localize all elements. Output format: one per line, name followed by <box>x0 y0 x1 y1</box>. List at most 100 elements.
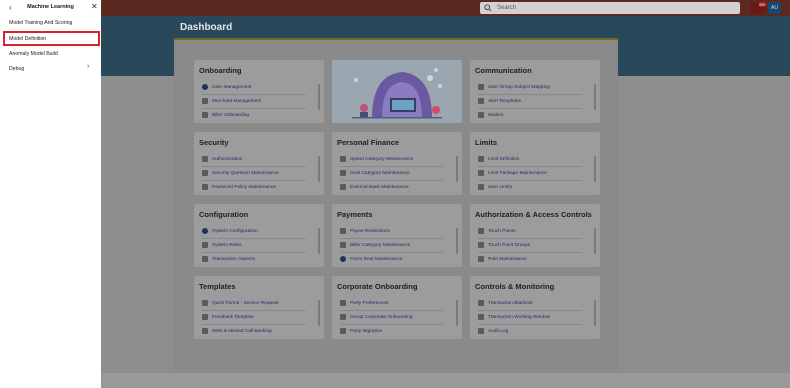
notifications-button[interactable]: 99+ <box>750 2 766 14</box>
card-limits: Limits Limit Definition Limit Package Ma… <box>470 132 600 195</box>
card-scrollbar[interactable] <box>318 228 320 254</box>
card-title: Communication <box>475 66 532 75</box>
limit-icon <box>478 156 484 162</box>
card-link-password-policy-maintenance[interactable]: Password Policy Maintenance <box>202 184 276 190</box>
password-icon <box>202 184 208 190</box>
card-security: Security Authentication Security Questio… <box>194 132 324 195</box>
card-link-transaction-blackout[interactable]: Transaction Blackout <box>478 300 533 306</box>
card-link-touch-point-groups[interactable]: Touch Point Groups <box>478 242 530 248</box>
drawer-item-anomaly-model-build[interactable]: Anomaly Model Build <box>9 51 58 57</box>
aspects-icon <box>202 256 208 262</box>
page-footer-strip <box>101 373 790 388</box>
drawer-item-model-definition[interactable]: Model Definition <box>9 36 46 42</box>
card-scrollbar[interactable] <box>456 228 458 254</box>
card-link-merchant-management[interactable]: Merchant Management <box>202 98 261 104</box>
card-link-sms-missed-call-banking[interactable]: SMS & Missed Call Banking <box>202 328 272 334</box>
form-icon <box>202 300 208 306</box>
card-link-authentication[interactable]: Authentication <box>202 156 242 162</box>
card-divider <box>340 252 444 253</box>
card-scrollbar[interactable] <box>456 300 458 326</box>
chevron-right-icon: › <box>87 63 90 70</box>
card-divider <box>202 108 306 109</box>
question-icon <box>202 170 208 176</box>
card-scrollbar[interactable] <box>594 156 596 182</box>
card-link-limit-package-maintenance[interactable]: Limit Package Maintenance <box>478 170 547 176</box>
card-divider <box>340 180 444 181</box>
card-link-alert-templates[interactable]: Alert Templates <box>478 98 521 104</box>
mapping-icon <box>478 84 484 90</box>
card-title: Controls & Monitoring <box>475 282 555 291</box>
card-link-system-rules[interactable]: System Rules <box>202 242 242 248</box>
card-link-audit-log[interactable]: Audit Log <box>478 328 508 334</box>
card-divider <box>340 238 444 239</box>
mail-icon <box>478 112 484 118</box>
drawer-item-debug[interactable]: Debug <box>9 66 24 72</box>
card-link-role-maintenance[interactable]: Role Maintenance <box>478 256 527 262</box>
blackout-icon <box>478 300 484 306</box>
close-icon[interactable]: ✕ <box>91 2 98 11</box>
card-link-transaction-aspects[interactable]: Transaction Aspects <box>202 256 255 262</box>
card-scrollbar[interactable] <box>456 156 458 182</box>
card-title: Onboarding <box>199 66 242 75</box>
card-divider <box>340 310 444 311</box>
party-preferences-icon <box>340 300 346 306</box>
migration-icon <box>340 328 346 334</box>
card-link-quick-forms[interactable]: Quick Forms - Service Request <box>202 300 279 306</box>
card-link-party-migration[interactable]: Party Migration <box>340 328 382 334</box>
card-communication: Communication User Group Subject Mapping… <box>470 60 600 123</box>
card-link-biller-onboarding[interactable]: Biller Onboarding <box>202 112 249 118</box>
card-divider <box>340 324 444 325</box>
card-divider <box>478 238 582 239</box>
card-link-security-question-maintenance[interactable]: Security Question Maintenance <box>202 170 279 176</box>
card-controls-monitoring: Controls & Monitoring Transaction Blacko… <box>470 276 600 339</box>
search-placeholder: Search <box>497 5 517 11</box>
touch-point-group-icon <box>478 242 484 248</box>
card-scrollbar[interactable] <box>594 228 596 254</box>
card-title: Templates <box>199 282 236 291</box>
card-link-user-limits[interactable]: User Limits <box>478 184 512 190</box>
card-title: Authorization & Access Controls <box>475 210 592 219</box>
user-icon <box>202 84 208 90</box>
card-link-mailers[interactable]: Mailers <box>478 112 503 118</box>
role-icon <box>478 256 484 262</box>
card-scrollbar[interactable] <box>594 300 596 326</box>
search-icon <box>484 4 492 12</box>
card-link-goal-category-maintenance[interactable]: Goal Category Maintenance <box>340 170 410 176</box>
card-divider <box>478 166 582 167</box>
card-link-biller-category-maintenance[interactable]: Biller Category Maintenance <box>340 242 410 248</box>
card-link-group-corporate-onboarding[interactable]: Group Corporate Onboarding <box>340 314 412 320</box>
card-link-party-preferences[interactable]: Party Preferences <box>340 300 388 306</box>
card-link-limit-definition[interactable]: Limit Definition <box>478 156 519 162</box>
global-search-input[interactable]: Search <box>480 2 740 14</box>
card-scrollbar[interactable] <box>594 84 596 110</box>
card-configuration: Configuration System Configuration Syste… <box>194 204 324 267</box>
card-scrollbar[interactable] <box>318 84 320 110</box>
card-link-user-group-subject-mapping[interactable]: User Group Subject Mapping <box>478 84 550 90</box>
card-scrollbar[interactable] <box>318 300 320 326</box>
card-corporate-onboarding: Corporate Onboarding Party Preferences G… <box>332 276 462 339</box>
card-link-payee-restrictions[interactable]: Payee Restrictions <box>340 228 390 234</box>
card-link-forex-deal-maintenance[interactable]: Forex Deal Maintenance <box>340 256 402 262</box>
card-link-feedback-template[interactable]: Feedback Template <box>202 314 254 320</box>
alert-icon <box>478 98 484 104</box>
card-title: Configuration <box>199 210 249 219</box>
card-divider <box>340 166 444 167</box>
card-scrollbar[interactable] <box>318 156 320 182</box>
card-divider <box>202 252 306 253</box>
card-title: Limits <box>475 138 498 147</box>
card-link-spend-category-maintenance[interactable]: Spend Category Maintenance <box>340 156 413 162</box>
card-link-external-bank-maintenance[interactable]: External Bank Maintenance <box>340 184 409 190</box>
card-personal-finance: Personal Finance Spend Category Maintena… <box>332 132 462 195</box>
card-link-transaction-working-window[interactable]: Transaction Working Window <box>478 314 550 320</box>
biller-icon <box>202 112 208 118</box>
card-link-user-management[interactable]: User Management <box>202 84 251 90</box>
card-divider <box>202 180 306 181</box>
card-link-system-configuration[interactable]: System Configuration <box>202 228 258 234</box>
drawer-item-model-training-and-scoring[interactable]: Model Training And Scoring <box>9 20 72 26</box>
card-divider <box>478 94 582 95</box>
card-link-touch-points[interactable]: Touch Points <box>478 228 515 234</box>
payee-icon <box>340 228 346 234</box>
user-avatar[interactable]: AU <box>768 2 781 14</box>
dashboard-illustration <box>332 60 462 123</box>
bank-icon <box>340 184 346 190</box>
